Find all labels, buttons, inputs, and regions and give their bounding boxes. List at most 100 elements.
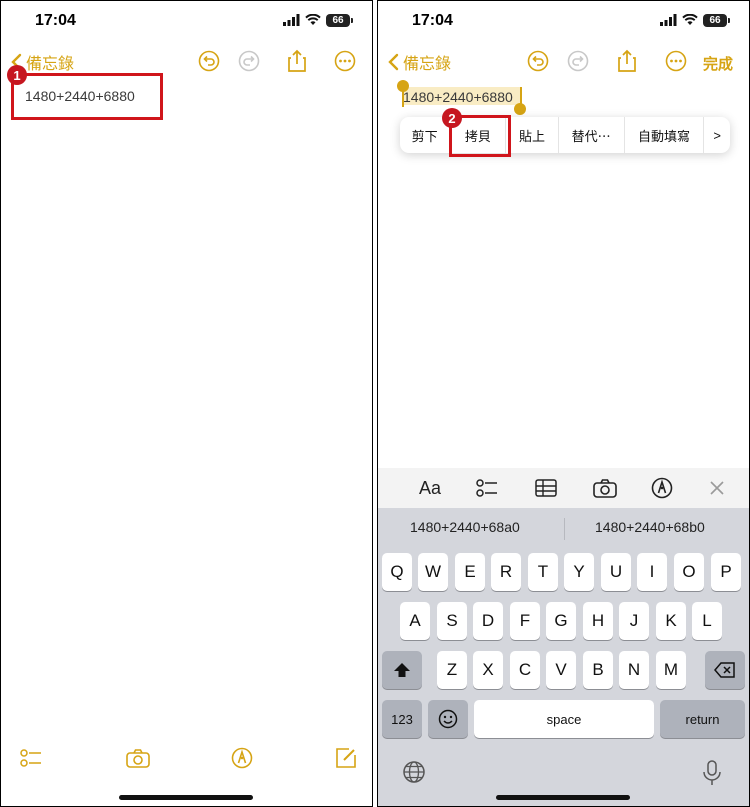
key-m[interactable]: M (656, 651, 686, 689)
status-icons: 66 (283, 13, 353, 27)
done-button[interactable]: 完成 (703, 53, 733, 74)
key-v[interactable]: V (546, 651, 576, 689)
key-t[interactable]: T (528, 553, 558, 591)
ellipsis-circle-icon (334, 50, 356, 72)
microphone-icon (703, 760, 721, 785)
back-label: 備忘錄 (26, 56, 75, 73)
selection-end-handle[interactable] (514, 103, 526, 115)
table-button[interactable] (534, 476, 558, 500)
markup-button[interactable] (230, 746, 254, 770)
space-key[interactable]: space (474, 700, 654, 738)
key-z[interactable]: Z (437, 651, 467, 689)
key-d[interactable]: D (473, 602, 503, 640)
key-r[interactable]: R (491, 553, 521, 591)
key-a[interactable]: A (400, 602, 430, 640)
step-badge: 1 (7, 65, 27, 85)
shift-icon (394, 663, 410, 677)
key-f[interactable]: F (510, 602, 540, 640)
numbers-key[interactable]: 123 (382, 700, 422, 738)
ellipsis-circle-icon (665, 50, 687, 72)
suggestion-divider (564, 518, 565, 540)
checklist-button[interactable] (475, 476, 499, 500)
redo-button[interactable] (237, 49, 261, 73)
camera-icon (593, 479, 617, 498)
menu-item-paste[interactable]: 貼上 (506, 117, 559, 153)
wifi-icon (305, 14, 321, 25)
key-c[interactable]: C (510, 651, 540, 689)
camera-button[interactable] (593, 476, 617, 500)
right-screen: 17:04 66 備忘錄 完成 1480+2440+6880 剪下 拷貝 貼上 … (377, 0, 750, 807)
close-icon (710, 481, 724, 495)
emoji-key[interactable] (428, 700, 468, 738)
key-l[interactable]: L (692, 602, 722, 640)
status-icons: 66 (660, 13, 730, 27)
redo-button[interactable] (566, 49, 590, 73)
key-q[interactable]: Q (382, 553, 412, 591)
share-button[interactable] (615, 49, 639, 73)
checklist-icon (476, 479, 497, 497)
step-badge: 2 (442, 108, 462, 128)
pen-tip-icon (651, 477, 673, 499)
undo-button[interactable] (197, 49, 221, 73)
key-s[interactable]: S (437, 602, 467, 640)
checklist-icon (20, 749, 41, 767)
key-i[interactable]: I (637, 553, 667, 591)
key-h[interactable]: H (583, 602, 613, 640)
undo-button[interactable] (526, 49, 550, 73)
close-button[interactable] (705, 476, 729, 500)
back-label: 備忘錄 (403, 56, 452, 73)
key-j[interactable]: J (619, 602, 649, 640)
key-g[interactable]: G (546, 602, 576, 640)
note-body-text[interactable]: 1480+2440+6880 (403, 89, 513, 105)
left-screen: 17:04 66 備忘錄 1480+2440+6880 1 (0, 0, 373, 807)
emoji-icon (438, 709, 458, 729)
suggestion-2[interactable]: 1480+2440+68b0 (595, 519, 705, 535)
chevron-left-icon (388, 53, 399, 71)
keyboard-toolbar: Aa (378, 468, 749, 508)
home-indicator (496, 795, 630, 800)
menu-more-arrow[interactable]: > (704, 117, 730, 153)
key-o[interactable]: O (674, 553, 704, 591)
status-time: 17:04 (35, 12, 76, 29)
key-b[interactable]: B (583, 651, 613, 689)
menu-item-replace[interactable]: 替代⋯ (559, 117, 625, 153)
pen-tip-icon (231, 747, 253, 769)
key-p[interactable]: P (711, 553, 741, 591)
key-e[interactable]: E (455, 553, 485, 591)
globe-button[interactable] (402, 760, 426, 789)
more-button[interactable] (333, 49, 357, 73)
signal-icon (660, 14, 677, 26)
battery-icon: 66 (703, 13, 730, 27)
backspace-icon (714, 662, 735, 678)
key-x[interactable]: X (473, 651, 503, 689)
menu-item-autofill[interactable]: 自動填寫 (625, 117, 705, 153)
compose-button[interactable] (334, 746, 358, 770)
format-button[interactable]: Aa (418, 476, 442, 500)
back-button[interactable]: 備忘錄 (388, 50, 451, 74)
checklist-button[interactable] (19, 746, 43, 770)
camera-button[interactable] (126, 746, 150, 770)
key-y[interactable]: Y (564, 553, 594, 591)
key-k[interactable]: K (656, 602, 686, 640)
dictation-button[interactable] (702, 760, 722, 791)
delete-key[interactable] (705, 651, 745, 689)
more-button[interactable] (664, 49, 688, 73)
suggestion-1[interactable]: 1480+2440+68a0 (410, 519, 520, 535)
key-w[interactable]: W (418, 553, 448, 591)
camera-icon (126, 749, 150, 768)
key-n[interactable]: N (619, 651, 649, 689)
return-key[interactable]: return (660, 700, 745, 738)
markup-button[interactable] (650, 476, 674, 500)
share-icon (288, 49, 306, 72)
table-icon (535, 479, 557, 497)
redo-icon (238, 50, 260, 72)
share-icon (618, 49, 636, 72)
status-time: 17:04 (412, 12, 453, 29)
compose-icon (336, 748, 356, 768)
shift-key[interactable] (382, 651, 422, 689)
home-indicator (119, 795, 253, 800)
redo-icon (567, 50, 589, 72)
share-button[interactable] (285, 49, 309, 73)
key-u[interactable]: U (601, 553, 631, 591)
keyboard: 1480+2440+68a0 1480+2440+68b0 Q W E R T … (378, 508, 749, 806)
